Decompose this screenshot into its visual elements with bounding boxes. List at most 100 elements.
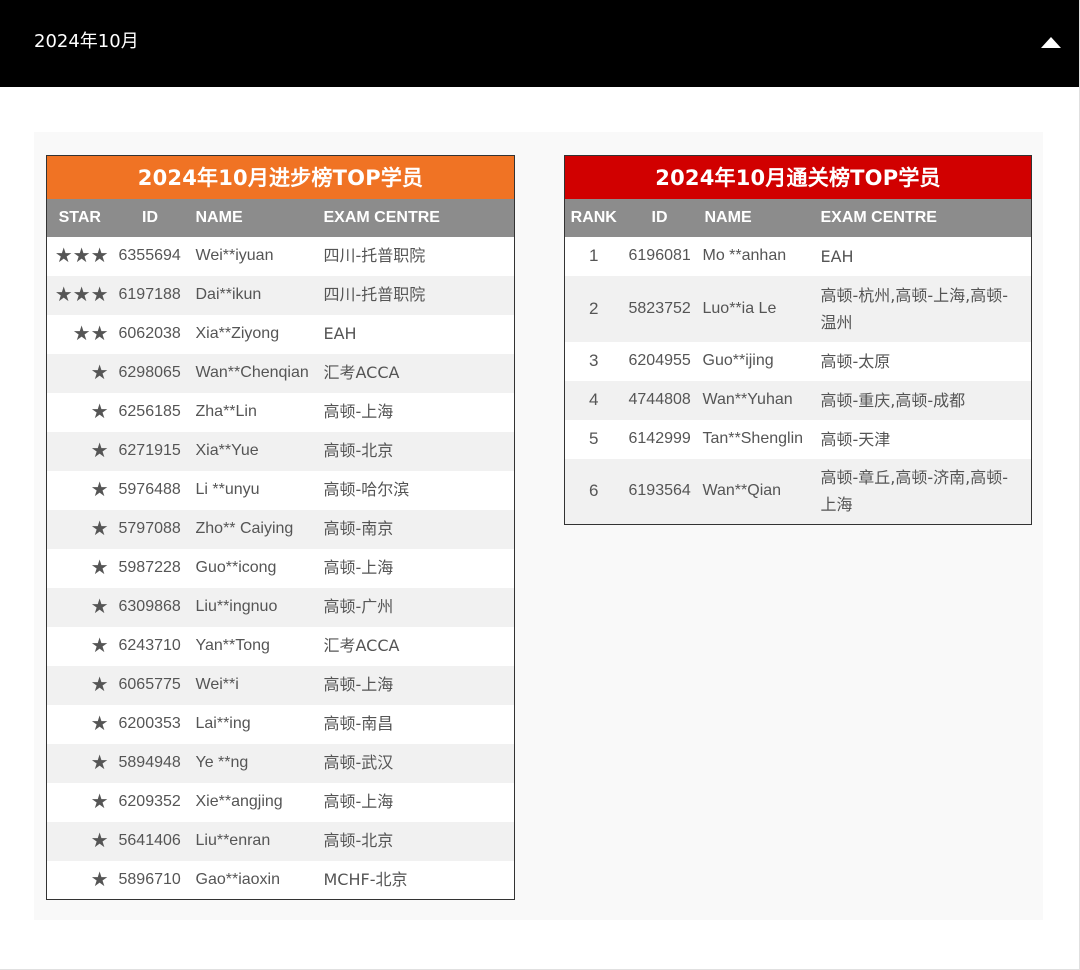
student-id: 4744808 [622,380,697,420]
table-row: 6 6193564 Wan**Qian 高顿-章丘,高顿-济南,高顿-上海 [564,458,1032,525]
table-row: ★ 5641406 Liu**enran 高顿-北京 [46,821,515,861]
star-rating: ★★★ [46,236,113,276]
table-row: 1 6196081 Mo **anhan EAH [564,236,1032,276]
student-name: Zha**Lin [187,392,316,432]
star-rating: ★ [46,743,113,783]
pass-board-table: 2024年10月通关榜TOP学员 RANK ID NAME EXAM CENTR… [564,155,1033,525]
accordion-header[interactable]: 2024年10月 [0,0,1079,87]
exam-centre: 高顿-武汉 [315,743,515,783]
student-name: Lai**ing [187,704,316,744]
student-id: 6065775 [112,665,188,705]
student-name: Wan**Yuhan [696,380,813,420]
star-rating: ★★ [46,314,113,354]
student-id: 5894948 [112,743,188,783]
star-rating: ★ [46,509,113,549]
exam-centre: 高顿-章丘,高顿-济南,高顿-上海 [812,458,1032,525]
student-name: Gao**iaoxin [187,860,316,900]
exam-centre: 高顿-上海 [315,392,515,432]
exam-centre: EAH [315,314,515,354]
student-name: Wan**Chenqian [187,353,316,393]
star-rating: ★ [46,470,113,510]
star-rating: ★★★ [46,275,113,315]
pass-board-column-headers: RANK ID NAME EXAM CENTRE [564,198,1032,237]
student-name: Liu**enran [187,821,316,861]
exam-centre: 高顿-北京 [315,431,515,471]
table-row: ★ 6256185 Zha**Lin 高顿-上海 [46,392,515,432]
student-id: 6204955 [622,341,697,381]
student-id: 6200353 [112,704,188,744]
table-row: ★ 6065775 Wei**i 高顿-上海 [46,665,515,705]
table-row: ★ 6209352 Xie**angjing 高顿-上海 [46,782,515,822]
rank: 4 [564,380,623,420]
table-row: ★★★ 6355694 Wei**iyuan 四川-托普职院 [46,236,515,276]
student-id: 6309868 [112,587,188,627]
exam-centre: 高顿-杭州,高顿-上海,高顿-温州 [812,275,1032,342]
table-row: 4 4744808 Wan**Yuhan 高顿-重庆,高顿-成都 [564,380,1032,420]
exam-centre: 汇考ACCA [315,353,515,393]
exam-centre: 四川-托普职院 [315,236,515,276]
progress-board-table: 2024年10月进步榜TOP学员 STAR ID NAME EXAM CENTR… [46,155,516,900]
table-row: ★ 6298065 Wan**Chenqian 汇考ACCA [46,353,515,393]
exam-centre: 高顿-广州 [315,587,515,627]
rank: 3 [564,341,623,381]
student-name: Liu**ingnuo [187,587,316,627]
progress-board-title: 2024年10月进步榜TOP学员 [46,155,515,199]
table-row: ★ 6309868 Liu**ingnuo 高顿-广州 [46,587,515,627]
caret-up-icon[interactable] [1041,37,1061,48]
exam-centre: 高顿-上海 [315,665,515,705]
star-rating: ★ [46,587,113,627]
student-name: Wei**i [187,665,316,705]
student-id: 6196081 [622,236,697,276]
progress-board-title-row: 2024年10月进步榜TOP学员 [46,155,515,199]
column-header-name: NAME [187,198,316,237]
student-name: Xie**angjing [187,782,316,822]
student-name: Wei**iyuan [187,236,316,276]
star-rating: ★ [46,665,113,705]
rank: 6 [564,458,623,525]
column-header-rank: RANK [564,198,623,237]
rank: 2 [564,275,623,342]
pass-board-body: 1 6196081 Mo **anhan EAH 2 5823752 Luo**ia Le 高… [564,236,1032,525]
table-row: ★ 5894948 Ye **ng 高顿-武汉 [46,743,515,783]
exam-centre: 汇考ACCA [315,626,515,666]
student-id: 6062038 [112,314,188,354]
column-header-name: NAME [696,198,813,237]
student-id: 6271915 [112,431,188,471]
student-name: Yan**Tong [187,626,316,666]
exam-centre: EAH [812,236,1032,276]
exam-centre: 四川-托普职院 [315,275,515,315]
accordion-title[interactable]: 2024年10月 [34,31,139,53]
student-id: 6209352 [112,782,188,822]
column-header-id: ID [112,198,188,237]
accordion-panel: 2024年10月进步榜TOP学员 STAR ID NAME EXAM CENTR… [34,132,1043,920]
student-name: Luo**ia Le [696,275,813,342]
student-name: Dai**ikun [187,275,316,315]
exam-centre: 高顿-哈尔滨 [315,470,515,510]
student-name: Guo**icong [187,548,316,588]
star-rating: ★ [46,353,113,393]
student-name: Mo **anhan [696,236,813,276]
table-row: ★★ 6062038 Xia**Ziyong EAH [46,314,515,354]
star-rating: ★ [46,626,113,666]
table-row: ★★★ 6197188 Dai**ikun 四川-托普职院 [46,275,515,315]
pass-board-title: 2024年10月通关榜TOP学员 [564,155,1032,199]
column-header-id: ID [622,198,697,237]
column-header-exam-centre: EXAM CENTRE [812,198,1032,237]
star-rating: ★ [46,821,113,861]
exam-centre: 高顿-太原 [812,341,1032,381]
table-row: ★ 6271915 Xia**Yue 高顿-北京 [46,431,515,471]
student-name: Tan**Shenglin [696,419,813,459]
pass-board-title-row: 2024年10月通关榜TOP学员 [564,155,1032,199]
table-row: 5 6142999 Tan**Shenglin 高顿-天津 [564,419,1032,459]
student-id: 5987228 [112,548,188,588]
student-id: 5976488 [112,470,188,510]
student-name: Zho** Caiying [187,509,316,549]
student-id: 6355694 [112,236,188,276]
student-name: Ye **ng [187,743,316,783]
exam-centre: 高顿-上海 [315,782,515,822]
student-id: 6197188 [112,275,188,315]
exam-centre: 高顿-重庆,高顿-成都 [812,380,1032,420]
table-row: ★ 5987228 Guo**icong 高顿-上海 [46,548,515,588]
student-name: Xia**Ziyong [187,314,316,354]
table-row: ★ 6243710 Yan**Tong 汇考ACCA [46,626,515,666]
